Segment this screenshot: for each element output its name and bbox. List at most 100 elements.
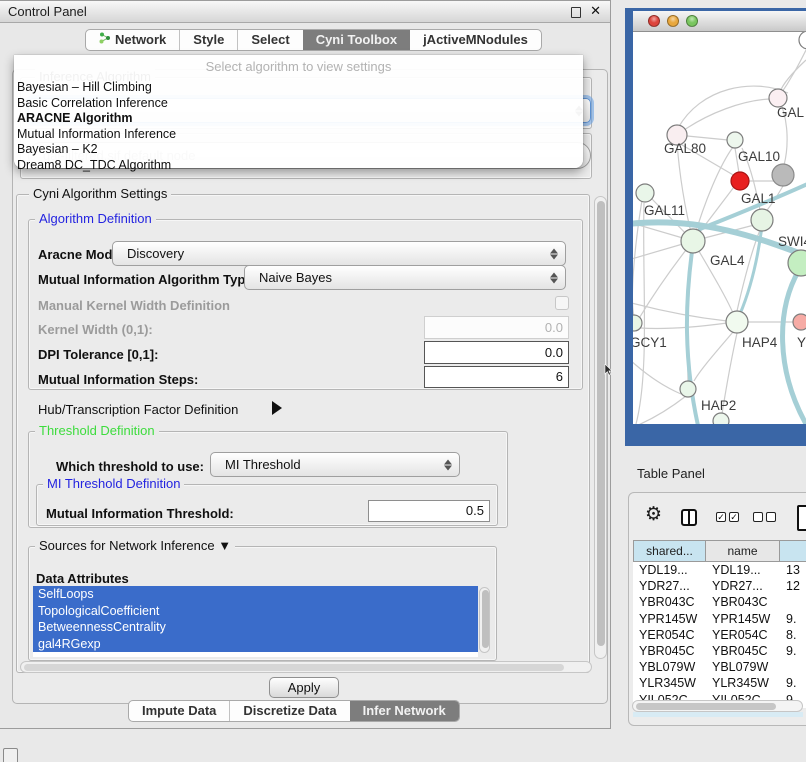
mi-threshold-field[interactable]: 0.5 — [368, 500, 490, 522]
network-node[interactable] — [680, 381, 696, 397]
network-node[interactable] — [772, 164, 794, 186]
deselect-all-checks-icon[interactable] — [753, 512, 776, 530]
table-row[interactable]: YBR045CYBR045C9. — [633, 643, 806, 659]
tab-select[interactable]: Select — [237, 30, 302, 50]
mi-type-value: Naive Bayes — [259, 270, 332, 285]
network-node[interactable] — [681, 229, 705, 253]
tab-label: Discretize Data — [243, 701, 336, 721]
sources-title: Sources for Network Inference ▼ — [35, 538, 235, 553]
column-header-name[interactable]: name — [706, 540, 780, 562]
table-settings-gear-icon[interactable]: ⚙ — [645, 505, 662, 524]
stepper-arrows-icon — [444, 459, 452, 470]
network-node-label: HAP2 — [701, 398, 736, 413]
hub-definition-label: Hub/Transcription Factor Definition — [38, 402, 238, 417]
minimize-traffic-light[interactable] — [667, 15, 679, 27]
control-panel-window: Control Panel ✕ NetworkStyleSelectCyni T… — [0, 0, 611, 729]
column-header-shared-[interactable]: shared... — [633, 540, 706, 562]
tab-discretize-data[interactable]: Discretize Data — [229, 701, 349, 721]
network-node-label: GAL11 — [644, 203, 685, 218]
data-attribute-item[interactable]: BetweennessCentrality — [33, 619, 478, 636]
manual-kernel-checkbox[interactable] — [555, 296, 569, 310]
table-cell: YDR27... — [706, 578, 780, 594]
control-panel-header[interactable]: Control Panel ✕ — [0, 1, 610, 23]
tab-infer-network[interactable]: Infer Network — [350, 701, 459, 721]
network-node[interactable] — [726, 311, 748, 333]
table-row[interactable]: YER054CYER054C8. — [633, 627, 806, 643]
partial-panel-icon[interactable] — [797, 505, 806, 531]
tab-label: Infer Network — [363, 701, 446, 721]
algorithm-option[interactable]: ARACNE Algorithm — [14, 111, 583, 127]
tab-cyni-toolbox[interactable]: Cyni Toolbox — [303, 30, 410, 50]
network-node[interactable] — [788, 250, 806, 276]
table-row[interactable]: YLR345WYLR345W9. — [633, 675, 806, 691]
aracne-mode-combo[interactable]: Discovery — [112, 241, 566, 266]
table-row[interactable]: YDL19...YDL19...13 — [633, 562, 806, 578]
zoom-traffic-light[interactable] — [686, 15, 698, 27]
data-attribute-item[interactable]: TopologicalCoefficient — [33, 603, 478, 620]
network-node[interactable] — [731, 172, 749, 190]
aracne-mode-value: Discovery — [127, 246, 184, 261]
network-node[interactable] — [727, 132, 743, 148]
algorithm-option[interactable]: Basic Correlation Inference — [14, 96, 583, 112]
table-row[interactable]: YBL079WYBL079W — [633, 659, 806, 675]
table-row[interactable]: YBR043CYBR043C — [633, 594, 806, 610]
network-node[interactable] — [713, 413, 729, 424]
network-node-label: GAL — [777, 105, 805, 120]
network-node-label: GAL4 — [710, 253, 745, 268]
table-cell: YBL079W — [633, 659, 706, 675]
kernel-width-field[interactable]: 0.0 — [424, 316, 569, 339]
mi-type-combo[interactable]: Naive Bayes — [244, 265, 566, 290]
docked-panel-icon[interactable] — [3, 748, 18, 762]
data-attributes-list[interactable]: SelfLoopsTopologicalCoefficientBetweenne… — [33, 586, 478, 657]
collapse-arrow-icon[interactable]: ▼ — [218, 538, 231, 553]
network-edge — [640, 323, 727, 329]
float-window-icon[interactable] — [571, 7, 581, 18]
network-node-label: GAL10 — [738, 149, 780, 164]
mi-steps-field[interactable]: 6 — [424, 366, 569, 388]
data-attribute-item[interactable]: SelfLoops — [33, 586, 478, 603]
close-traffic-light[interactable] — [648, 15, 660, 27]
network-node[interactable] — [793, 314, 806, 330]
algorithm-definition-title: Algorithm Definition — [35, 211, 156, 226]
tab-style[interactable]: Style — [179, 30, 237, 50]
table-cell: YLR345W — [706, 675, 780, 691]
control-panel-tabbar: NetworkStyleSelectCyni ToolboxjActiveMNo… — [85, 29, 542, 51]
network-view-window: GALGAL80GAL10GAL1GAL11SWI4GAL4GCY1HAP4YH… — [625, 8, 806, 446]
tab-network[interactable]: Network — [86, 30, 179, 50]
table-cell: YER054C — [706, 627, 780, 643]
table-cell: YPR145W — [706, 611, 780, 627]
network-node[interactable] — [636, 184, 654, 202]
mi-threshold-label: Mutual Information Threshold: — [46, 506, 234, 521]
tab-impute-data[interactable]: Impute Data — [129, 701, 229, 721]
split-columns-icon[interactable] — [681, 509, 697, 526]
table-row[interactable]: YDR27...YDR27...12 — [633, 578, 806, 594]
apply-button[interactable]: Apply — [269, 677, 339, 698]
column-header-extra[interactable] — [780, 540, 806, 562]
network-window-titlebar[interactable] — [633, 11, 806, 32]
list-scrollbar[interactable] — [479, 587, 490, 653]
settings-vertical-scrollbar[interactable] — [594, 196, 607, 659]
algorithm-option[interactable]: Dream8 DC_TDC Algorithm — [14, 158, 583, 174]
close-icon[interactable]: ✕ — [590, 3, 601, 19]
settings-horizontal-scrollbar[interactable] — [20, 661, 592, 673]
which-threshold-combo[interactable]: MI Threshold — [210, 452, 460, 477]
algorithm-option[interactable]: Bayesian – K2 — [14, 142, 583, 158]
table-row[interactable]: YPR145WYPR145W9. — [633, 611, 806, 627]
table-header-row: shared...name — [633, 540, 806, 562]
table-cell: 9. — [780, 611, 806, 627]
table-bottom-strip — [633, 712, 803, 717]
network-canvas[interactable]: GALGAL80GAL10GAL1GAL11SWI4GAL4GCY1HAP4YH… — [633, 32, 806, 424]
network-node[interactable] — [799, 32, 806, 49]
table-cell: YDR27... — [633, 578, 706, 594]
tab-jactivemnodules[interactable]: jActiveMNodules — [410, 30, 541, 50]
dpi-tolerance-field[interactable]: 0.0 — [424, 341, 569, 364]
data-attribute-item[interactable]: gal4RGexp — [33, 636, 478, 653]
algorithm-option[interactable]: Bayesian – Hill Climbing — [14, 80, 583, 96]
stepper-arrows-icon — [550, 272, 558, 283]
network-node[interactable] — [751, 209, 773, 231]
algorithm-option[interactable]: Mutual Information Inference — [14, 127, 583, 143]
table-horizontal-scrollbar[interactable] — [632, 700, 803, 712]
network-node-label: SWI4 — [778, 234, 806, 249]
select-all-checks-icon[interactable]: ✓✓ — [716, 512, 739, 530]
expand-arrow-icon[interactable] — [272, 401, 282, 415]
